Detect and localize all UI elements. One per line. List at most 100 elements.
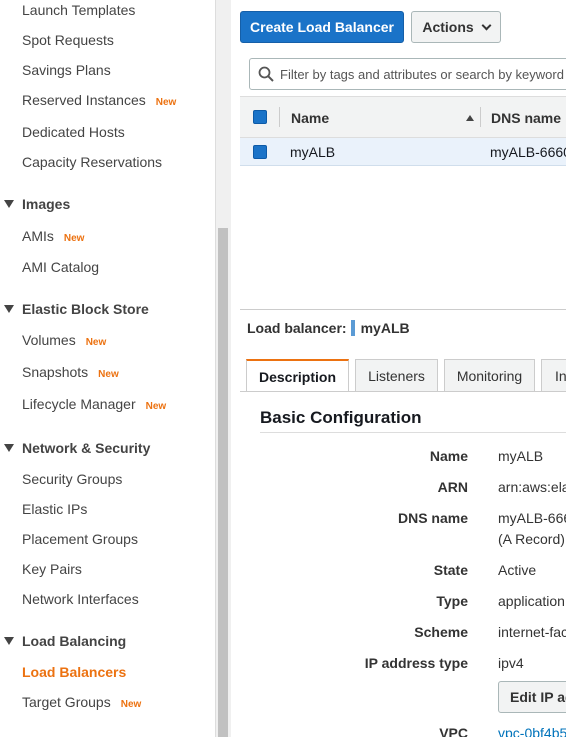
field-label-arn: ARN (437, 479, 468, 495)
create-load-balancer-button[interactable]: Create Load Balancer (240, 11, 404, 43)
section-divider (260, 432, 566, 433)
field-label-scheme: Scheme (414, 624, 468, 640)
search-input[interactable] (280, 61, 566, 87)
sidebar-section-load-balancing[interactable]: Load Balancing (4, 633, 126, 649)
sidebar-item-security-groups[interactable]: Security Groups (22, 471, 122, 487)
sidebar-item-label: Snapshots (22, 364, 89, 380)
search-icon (258, 66, 274, 82)
sidebar-item-label: Launch Templates (22, 2, 136, 18)
sidebar-item-label: Volumes (22, 332, 76, 348)
sidebar-item-key-pairs[interactable]: Key Pairs (22, 561, 82, 577)
load-balancers-table: Name DNS name myALB myALB-6660 (240, 96, 566, 166)
sidebar-scrollbar[interactable] (215, 0, 231, 737)
color-marker (350, 320, 355, 336)
new-badge: New (120, 699, 142, 710)
tab-label: Listeners (368, 367, 425, 384)
sidebar-item-volumes[interactable]: Volumes New (22, 332, 106, 348)
sidebar-item-placement-groups[interactable]: Placement Groups (22, 531, 138, 547)
tab-integrated-services[interactable]: In (541, 359, 566, 391)
sidebar-item-savings-plans[interactable]: Savings Plans (22, 62, 111, 78)
button-label: Actions (422, 19, 474, 35)
collapse-triangle-icon (4, 444, 14, 452)
sidebar-item-capacity-reservations[interactable]: Capacity Reservations (22, 154, 162, 170)
sidebar-item-ami-catalog[interactable]: AMI Catalog (22, 259, 99, 275)
sidebar-section-title: Load Balancing (22, 633, 127, 649)
sidebar-item-reserved-instances[interactable]: Reserved Instances New (22, 92, 176, 108)
tab-monitoring[interactable]: Monitoring (444, 359, 535, 391)
sidebar-item-dedicated-hosts[interactable]: Dedicated Hosts (22, 124, 125, 140)
select-all-checkbox[interactable] (253, 110, 267, 124)
sidebar-item-label: Elastic IPs (22, 501, 88, 517)
table-header: Name DNS name (240, 96, 566, 138)
cell-name: myALB (290, 144, 336, 160)
sidebar-item-label: Target Groups (22, 694, 111, 710)
field-label-dns-name: DNS name (397, 510, 468, 526)
sidebar-item-label: Placement Groups (22, 531, 138, 547)
sidebar-item-label: Load Balancers (22, 664, 127, 680)
sidebar-item-label: Security Groups (22, 471, 123, 487)
vpc-link[interactable]: vpc-0bf4b5 (498, 723, 566, 737)
column-header-dns-name[interactable]: DNS name (491, 110, 561, 126)
sidebar-item-network-interfaces[interactable]: Network Interfaces (22, 591, 139, 607)
field-value-type: application (498, 593, 565, 609)
sidebar-item-spot-requests[interactable]: Spot Requests (22, 32, 114, 48)
sort-ascending-icon[interactable] (466, 115, 474, 121)
sidebar-item-label: Lifecycle Manager (22, 396, 136, 412)
field-value-scheme: internet-fac (498, 624, 566, 640)
sidebar-item-elastic-ips[interactable]: Elastic IPs (22, 501, 87, 517)
tab-listeners[interactable]: Listeners (355, 359, 438, 391)
field-value-state: Active (498, 562, 537, 578)
sidebar-item-launch-templates[interactable]: Launch Templates (22, 2, 135, 18)
edit-ip-address-type-button[interactable]: Edit IP ad (498, 681, 566, 713)
collapse-triangle-icon (4, 200, 14, 208)
sidebar-item-label: AMIs (22, 228, 54, 244)
field-label-vpc: VPC (439, 725, 468, 737)
sidebar-section-network-security[interactable]: Network & Security (4, 440, 150, 456)
sidebar-item-lifecycle-manager[interactable]: Lifecycle Manager New (22, 396, 166, 412)
panel-divider[interactable] (240, 309, 566, 310)
new-badge: New (63, 233, 85, 244)
new-badge: New (85, 337, 107, 348)
scrollbar-thumb[interactable] (218, 228, 228, 737)
label-text: Load balancer: (247, 320, 347, 336)
column-header-name[interactable]: Name (291, 110, 329, 126)
sidebar-nav: Launch Templates Spot Requests Savings P… (0, 0, 215, 737)
sidebar-item-label: Spot Requests (22, 32, 114, 48)
field-value-dns-record-type: (A Record) (498, 531, 565, 547)
field-label-state: State (433, 562, 468, 578)
cell-dns-name: myALB-6660 (490, 144, 566, 160)
column-divider (279, 107, 280, 127)
button-label: Edit IP ad (510, 689, 566, 705)
new-badge: New (145, 401, 167, 412)
sidebar-section-elastic-block-store[interactable]: Elastic Block Store (4, 301, 149, 317)
row-checkbox[interactable] (253, 145, 267, 159)
sidebar-section-images[interactable]: Images (4, 196, 70, 212)
table-row[interactable]: myALB myALB-6660 (240, 138, 566, 166)
sidebar-item-label: Capacity Reservations (22, 154, 163, 170)
sidebar-item-target-groups[interactable]: Target Groups New (22, 694, 141, 710)
selected-load-balancer-label: Load balancer: myALB (247, 320, 410, 336)
sidebar-item-label: Reserved Instances (22, 92, 146, 108)
column-divider (480, 107, 481, 127)
field-label-ip-address-type: IP address type (364, 655, 468, 671)
field-value-name: myALB (498, 448, 544, 464)
tabs-baseline (240, 391, 566, 392)
collapse-triangle-icon (4, 305, 14, 313)
field-value-dns-name: myALB-666 (498, 510, 566, 526)
sidebar-section-title: Network & Security (22, 440, 151, 456)
sidebar-section-title: Images (22, 196, 71, 212)
actions-dropdown-button[interactable]: Actions (411, 11, 501, 43)
new-badge: New (155, 97, 177, 108)
sidebar-item-label: Network Interfaces (22, 591, 139, 607)
field-label-name: Name (429, 448, 468, 464)
main-content: Create Load Balancer Actions Name DNS na… (230, 0, 566, 737)
field-label-type: Type (436, 593, 468, 609)
chevron-down-icon (481, 20, 492, 30)
collapse-triangle-icon (4, 637, 14, 645)
field-value-arn: arn:aws:ela (498, 479, 566, 495)
sidebar-item-amis[interactable]: AMIs New (22, 228, 84, 244)
search-filter-box[interactable] (249, 58, 566, 90)
sidebar-item-load-balancers[interactable]: Load Balancers (22, 664, 126, 680)
tab-description[interactable]: Description (246, 359, 349, 392)
sidebar-item-snapshots[interactable]: Snapshots New (22, 364, 119, 380)
